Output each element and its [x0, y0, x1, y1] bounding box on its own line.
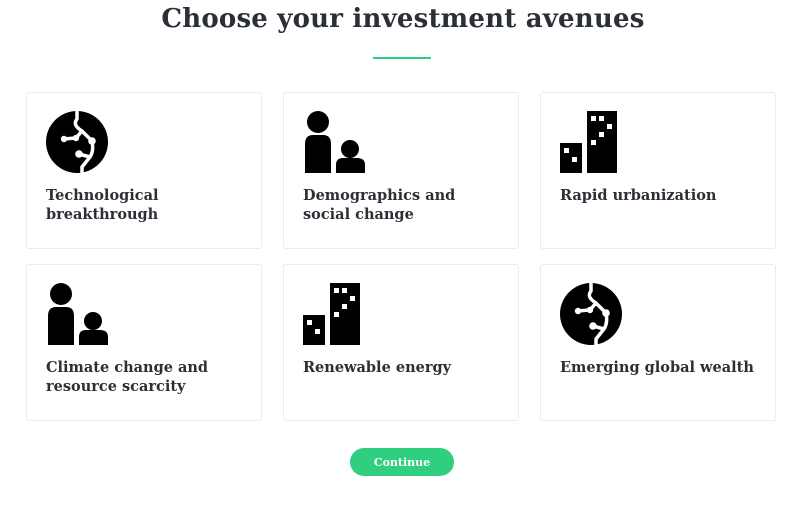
- avenue-card-demographics[interactable]: Demographics and social change: [283, 92, 519, 249]
- avenue-card-renewable-energy[interactable]: Renewable energy: [283, 264, 519, 421]
- avenue-label: Rapid urbanization: [560, 187, 717, 204]
- title-underline: [373, 57, 431, 59]
- circuit-globe-icon: [560, 283, 624, 347]
- avenue-label: Demographics and social change: [303, 187, 456, 223]
- avenue-card-emerging-global-wealth[interactable]: Emerging global wealth: [540, 264, 776, 421]
- circuit-globe-icon: [46, 111, 110, 175]
- avenue-label: Renewable energy: [303, 359, 452, 376]
- avenue-label: Technological breakthrough: [46, 187, 159, 223]
- buildings-icon: [560, 111, 624, 175]
- buildings-icon: [303, 283, 367, 347]
- avenue-card-technological-breakthrough[interactable]: Technological breakthrough: [26, 92, 262, 249]
- avenue-card-climate-change[interactable]: Climate change and resource scarcity: [26, 264, 262, 421]
- avenue-label: Climate change and resource scarcity: [46, 359, 209, 395]
- people-icon: [303, 111, 367, 175]
- page-title: Choose your investment avenues: [161, 4, 645, 34]
- continue-button[interactable]: Continue: [350, 448, 454, 476]
- people-icon: [46, 283, 110, 347]
- avenue-card-rapid-urbanization[interactable]: Rapid urbanization: [540, 92, 776, 249]
- avenue-label: Emerging global wealth: [560, 359, 754, 376]
